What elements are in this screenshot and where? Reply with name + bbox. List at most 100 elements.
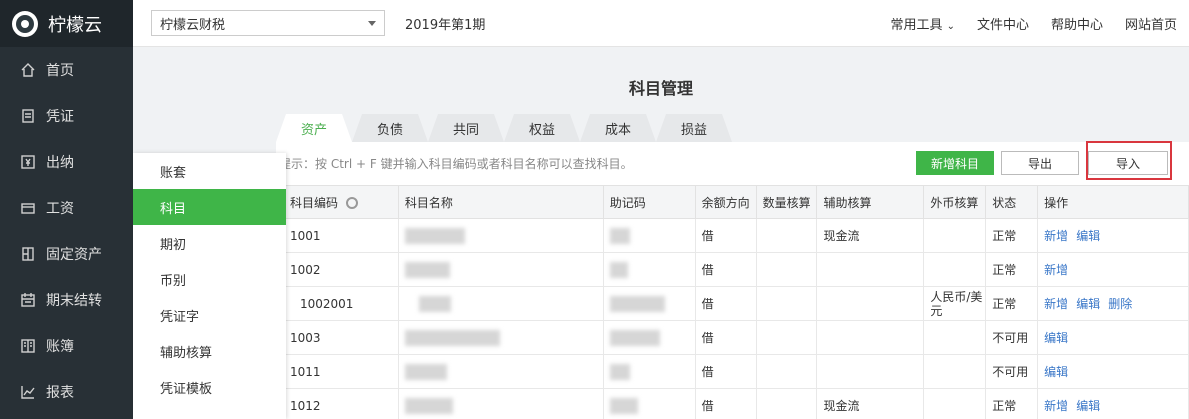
redacted-text bbox=[418, 295, 451, 312]
edit-link[interactable]: 编辑 bbox=[1076, 297, 1100, 311]
cell-actions: 新增 编辑 bbox=[1037, 218, 1189, 253]
tools-label: 常用工具 bbox=[890, 18, 943, 33]
sidebar-item-voucher[interactable]: 凭证 bbox=[0, 93, 133, 139]
tab-liabilities[interactable]: 负债 bbox=[352, 114, 428, 142]
export-button[interactable]: 导出 bbox=[1001, 151, 1079, 175]
table-row: 1003 借 不可用 编辑 bbox=[283, 320, 1189, 355]
delete-link[interactable]: 删除 bbox=[1108, 297, 1132, 311]
submenu-item-opening[interactable]: 期初 bbox=[133, 225, 286, 261]
table-row: 1012 借 现金流 正常 新增 编辑 bbox=[283, 388, 1189, 419]
main-area: 科目管理 资产 负债 共同 权益 成本 损益 提示：按 Ctrl + F 键并输… bbox=[133, 47, 1189, 419]
add-link[interactable]: 新增 bbox=[1044, 263, 1068, 277]
cell-aux bbox=[816, 286, 925, 321]
submenu-item-subjects[interactable]: 科目 bbox=[133, 189, 286, 225]
redacted-text bbox=[404, 363, 447, 380]
cell-mnemonic bbox=[602, 354, 696, 389]
cell-status: 正常 bbox=[985, 286, 1039, 321]
sidebar-item-cashier[interactable]: 出纳 bbox=[0, 139, 133, 185]
cell-status: 正常 bbox=[985, 252, 1039, 287]
add-link[interactable]: 新增 bbox=[1044, 399, 1068, 413]
edit-link[interactable]: 编辑 bbox=[1076, 399, 1100, 413]
sidebar: 柠檬云 首页 凭证 出纳 工资 固定资产 期末结转 账簿 报表 bbox=[0, 0, 133, 419]
cell-aux: 现金流 bbox=[816, 218, 925, 253]
tab-assets[interactable]: 资产 bbox=[276, 114, 352, 142]
cell-mnemonic bbox=[602, 388, 696, 419]
cell-actions: 新增 bbox=[1037, 252, 1189, 287]
sidebar-item-label: 固定资产 bbox=[46, 247, 102, 263]
company-name: 柠檬云财税 bbox=[160, 17, 226, 33]
cell-mnemonic bbox=[602, 252, 696, 287]
gear-icon[interactable] bbox=[346, 197, 359, 209]
submenu-item-account-set[interactable]: 账套 bbox=[133, 153, 286, 189]
cell-quantity bbox=[755, 286, 818, 321]
cell-aux bbox=[816, 354, 925, 389]
submenu-item-voucher-template[interactable]: 凭证模板 bbox=[133, 369, 286, 405]
cell-actions: 新增 编辑 删除 bbox=[1037, 286, 1189, 321]
submenu-item-voucher-word[interactable]: 凭证字 bbox=[133, 297, 286, 333]
salary-icon bbox=[20, 200, 36, 216]
asset-icon bbox=[20, 246, 36, 262]
accounts-table: 科目编码 科目名称 助记码 余额方向 数量核算 辅助核算 外币核算 状态 操作 … bbox=[283, 185, 1189, 419]
cell-actions: 新增 编辑 bbox=[1037, 388, 1189, 419]
table-row: 1001 借 现金流 正常 新增 编辑 bbox=[283, 218, 1189, 253]
tab-cost[interactable]: 成本 bbox=[580, 114, 656, 142]
redacted-text bbox=[404, 261, 450, 278]
sidebar-item-label: 工资 bbox=[46, 201, 74, 217]
edit-link[interactable]: 编辑 bbox=[1044, 331, 1068, 345]
sidebar-item-label: 凭证 bbox=[46, 109, 74, 125]
add-account-button[interactable]: 新增科目 bbox=[916, 151, 994, 175]
app-logo[interactable]: 柠檬云 bbox=[0, 0, 133, 47]
cell-direction: 借 bbox=[694, 388, 757, 419]
cell-mnemonic bbox=[602, 320, 696, 355]
cell-status: 正常 bbox=[985, 218, 1039, 253]
sidebar-item-period-close[interactable]: 期末结转 bbox=[0, 277, 133, 323]
redacted-text bbox=[609, 363, 630, 380]
tab-equity[interactable]: 权益 bbox=[504, 114, 580, 142]
sidebar-item-label: 首页 bbox=[46, 63, 74, 79]
col-header-currency: 外币核算 bbox=[923, 185, 987, 219]
add-link[interactable]: 新增 bbox=[1044, 229, 1068, 243]
sidebar-item-reports[interactable]: 报表 bbox=[0, 369, 133, 415]
sidebar-item-salary[interactable]: 工资 bbox=[0, 185, 133, 231]
cell-currency bbox=[923, 218, 987, 253]
cashier-icon bbox=[20, 154, 36, 170]
cell-name bbox=[397, 320, 604, 355]
cell-currency: 人民币/美元 bbox=[923, 286, 987, 321]
redacted-text bbox=[609, 295, 665, 312]
redacted-text bbox=[404, 329, 500, 346]
submenu-item-currency[interactable]: 币别 bbox=[133, 261, 286, 297]
cell-code: 1002001 bbox=[283, 286, 399, 321]
lemon-logo-icon bbox=[12, 10, 38, 37]
cell-aux bbox=[816, 252, 925, 287]
chart-icon bbox=[20, 384, 36, 400]
tools-menu[interactable]: 常用工具 ⌄ bbox=[869, 14, 955, 33]
col-header-quantity: 数量核算 bbox=[755, 185, 818, 219]
submenu-item-aux-accounting[interactable]: 辅助核算 bbox=[133, 333, 286, 369]
company-select[interactable]: 柠檬云财税 bbox=[151, 10, 385, 36]
sidebar-item-home[interactable]: 首页 bbox=[0, 47, 133, 93]
tab-common[interactable]: 共同 bbox=[428, 114, 504, 142]
edit-link[interactable]: 编辑 bbox=[1044, 365, 1068, 379]
redacted-text bbox=[404, 397, 453, 414]
cell-quantity bbox=[755, 218, 818, 253]
cell-status: 正常 bbox=[985, 388, 1039, 419]
cell-status: 不可用 bbox=[985, 320, 1039, 355]
cell-direction: 借 bbox=[694, 218, 757, 253]
site-home-link[interactable]: 网站首页 bbox=[1125, 14, 1177, 33]
tab-profit-loss[interactable]: 损益 bbox=[656, 114, 732, 142]
cell-currency bbox=[923, 252, 987, 287]
redacted-text bbox=[609, 397, 638, 414]
add-link[interactable]: 新增 bbox=[1044, 297, 1068, 311]
cell-quantity bbox=[755, 354, 818, 389]
edit-link[interactable]: 编辑 bbox=[1076, 229, 1100, 243]
col-header-status: 状态 bbox=[985, 185, 1039, 219]
sidebar-item-fixed-assets[interactable]: 固定资产 bbox=[0, 231, 133, 277]
file-center-link[interactable]: 文件中心 bbox=[977, 14, 1029, 33]
cell-quantity bbox=[755, 320, 818, 355]
table-row: 1002 借 正常 新增 bbox=[283, 252, 1189, 287]
help-center-link[interactable]: 帮助中心 bbox=[1051, 14, 1103, 33]
sidebar-item-ledger[interactable]: 账簿 bbox=[0, 323, 133, 369]
table-row: 1002001 借 人民币/美元 正常 新增 编辑 删除 bbox=[283, 286, 1189, 321]
cell-currency bbox=[923, 320, 987, 355]
cell-quantity bbox=[755, 388, 818, 419]
